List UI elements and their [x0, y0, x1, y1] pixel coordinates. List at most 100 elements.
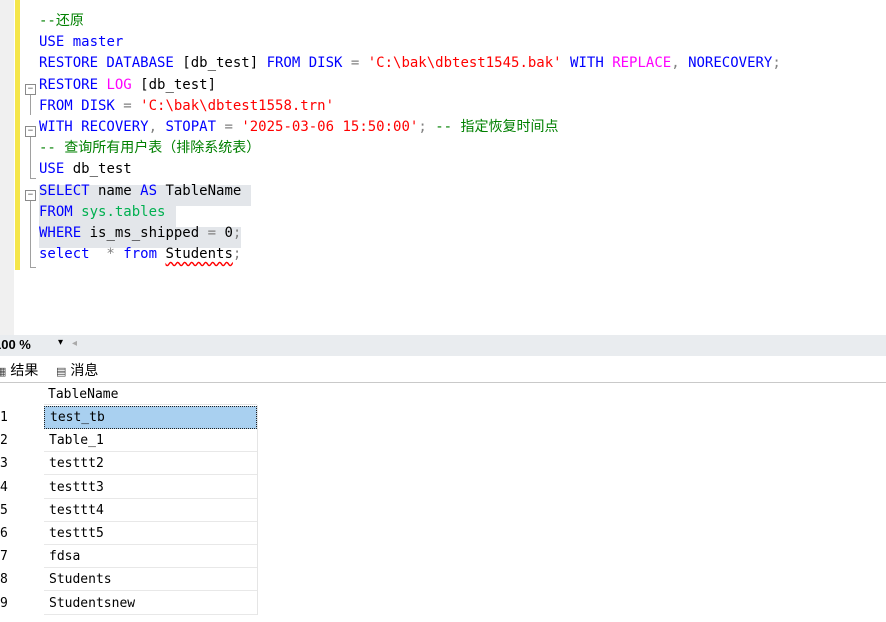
- code-line[interactable]: USE db_test: [39, 159, 132, 180]
- fold-guide: [30, 267, 36, 268]
- results-grid[interactable]: TableName 1 test_tb 2 Table_1 3 testtt2 4 testt…: [0, 383, 886, 622]
- table-row[interactable]: 4 testtt3: [0, 476, 258, 499]
- result-tabs: ▦ 结果 ▤ 消息: [0, 358, 886, 383]
- code-token: =: [114, 98, 141, 114]
- code-token: SELECT: [39, 183, 90, 199]
- code-line[interactable]: FROM sys.tables: [39, 202, 165, 223]
- fold-guide: [30, 178, 36, 179]
- code-line[interactable]: --还原: [39, 11, 84, 32]
- table-cell[interactable]: fdsa: [44, 545, 257, 569]
- row-number[interactable]: 4: [0, 476, 40, 499]
- table-row[interactable]: 8 Students: [0, 568, 258, 592]
- code-token: 0: [216, 225, 233, 241]
- table-cell[interactable]: Students: [44, 568, 257, 592]
- row-number[interactable]: 7: [0, 545, 40, 568]
- fold-toggle-icon[interactable]: −: [25, 126, 36, 137]
- table-cell[interactable]: test_tb: [44, 406, 257, 429]
- code-token: REPLACE: [612, 55, 672, 71]
- code-token: ,: [148, 119, 166, 135]
- fold-guide: [30, 137, 31, 178]
- code-token: -- 指定恢复时间点: [435, 119, 559, 135]
- code-token: RESTORE DATABASE: [39, 55, 174, 71]
- change-tracking-bar: [15, 0, 20, 270]
- code-token: [db_test]: [131, 77, 217, 93]
- code-token: FROM DISK: [266, 55, 343, 71]
- code-token: -- 查询所有用户表（排除系统表）: [39, 140, 261, 156]
- table-row[interactable]: 7 fdsa: [0, 545, 258, 569]
- table-row[interactable]: 1 test_tb: [0, 406, 258, 429]
- table-row[interactable]: 9 Studentsnew: [0, 592, 258, 615]
- fold-guide: [30, 201, 31, 267]
- tab-results[interactable]: ▦ 结果: [0, 361, 38, 381]
- code-token: --还原: [39, 13, 84, 29]
- code-token: is_ms_shipped: [81, 225, 208, 241]
- table-cell[interactable]: testtt2: [44, 452, 257, 476]
- code-token: 'C:\bak\dbtest1558.trn': [140, 98, 335, 114]
- code-line[interactable]: select * from Students;: [39, 244, 241, 265]
- zoom-level[interactable]: 100 %: [0, 337, 31, 352]
- table-cell[interactable]: testtt3: [44, 476, 257, 499]
- code-token: ,: [671, 55, 689, 71]
- code-token: =: [207, 225, 217, 241]
- table-cell[interactable]: testtt5: [44, 522, 257, 545]
- code-token: NORECOVERY: [688, 55, 773, 71]
- code-token: ;: [232, 225, 242, 241]
- fold-guide: [30, 95, 31, 115]
- code-token: USE: [39, 161, 65, 177]
- tab-messages[interactable]: ▤ 消息: [56, 361, 98, 381]
- code-token: from: [123, 246, 158, 262]
- code-token: TableName: [157, 183, 242, 199]
- column-header-tablename[interactable]: TableName: [44, 385, 257, 405]
- table-row[interactable]: 5 testtt4: [0, 499, 258, 522]
- code-token: WITH RECOVERY: [39, 119, 149, 135]
- code-line[interactable]: -- 查询所有用户表（排除系统表）: [39, 138, 260, 159]
- code-token: =: [342, 55, 368, 71]
- table-cell[interactable]: Table_1: [44, 429, 257, 453]
- table-row[interactable]: 6 testtt5: [0, 522, 258, 545]
- grid-icon: ▦: [0, 365, 7, 378]
- code-token: '2025-03-06 15:50:00': [241, 119, 419, 135]
- row-number[interactable]: 5: [0, 499, 40, 522]
- code-token: FROM: [39, 204, 73, 220]
- row-number[interactable]: 8: [0, 568, 40, 591]
- row-number[interactable]: 2: [0, 429, 40, 452]
- code-token: ;: [418, 119, 436, 135]
- row-number[interactable]: 6: [0, 522, 40, 545]
- scroll-left-icon[interactable]: ◂: [72, 338, 77, 349]
- code-token: master: [64, 34, 124, 50]
- code-line[interactable]: USE master: [39, 32, 123, 53]
- editor-status-bar: 100 % ▾ ◂: [0, 335, 886, 356]
- message-icon: ▤: [56, 365, 67, 378]
- chevron-down-icon[interactable]: ▾: [58, 337, 63, 348]
- code-line[interactable]: FROM DISK = 'C:\bak\dbtest1558.trn': [39, 96, 334, 117]
- code-line[interactable]: WHERE is_ms_shipped = 0;: [39, 223, 241, 244]
- code-line[interactable]: WITH RECOVERY, STOPAT = '2025-03-06 15:5…: [39, 117, 558, 138]
- code-token: [db_test]: [173, 55, 267, 71]
- query-editor[interactable]: − − − --还原 USE master RESTORE DATABASE [db…: [0, 0, 886, 335]
- row-number[interactable]: 3: [0, 452, 40, 475]
- code-token: name: [89, 183, 141, 199]
- table-cell[interactable]: Studentsnew: [44, 592, 257, 615]
- table-row[interactable]: 3 testtt2: [0, 452, 258, 476]
- code-token: Students: [165, 246, 233, 262]
- code-token: RESTORE: [39, 77, 107, 93]
- code-token: WHERE: [39, 225, 82, 241]
- fold-toggle-icon[interactable]: −: [25, 84, 36, 95]
- fold-toggle-icon[interactable]: −: [25, 190, 36, 201]
- code-token: WITH: [561, 55, 613, 71]
- code-token: =: [216, 119, 242, 135]
- code-line[interactable]: SELECT name AS TableName: [39, 181, 241, 202]
- row-number[interactable]: 1: [0, 406, 40, 429]
- code-token: db_test: [64, 161, 132, 177]
- code-token: *: [89, 246, 124, 262]
- code-token: ;: [232, 246, 242, 262]
- code-line[interactable]: RESTORE LOG [db_test]: [39, 75, 216, 96]
- code-token: FROM DISK: [39, 98, 115, 114]
- table-cell[interactable]: testtt4: [44, 499, 257, 522]
- code-token: sys.tables: [81, 204, 166, 220]
- code-line[interactable]: RESTORE DATABASE [db_test] FROM DISK = '…: [39, 53, 781, 74]
- table-row[interactable]: 2 Table_1: [0, 429, 258, 453]
- code-token: AS: [140, 183, 158, 199]
- row-number[interactable]: 9: [0, 592, 40, 615]
